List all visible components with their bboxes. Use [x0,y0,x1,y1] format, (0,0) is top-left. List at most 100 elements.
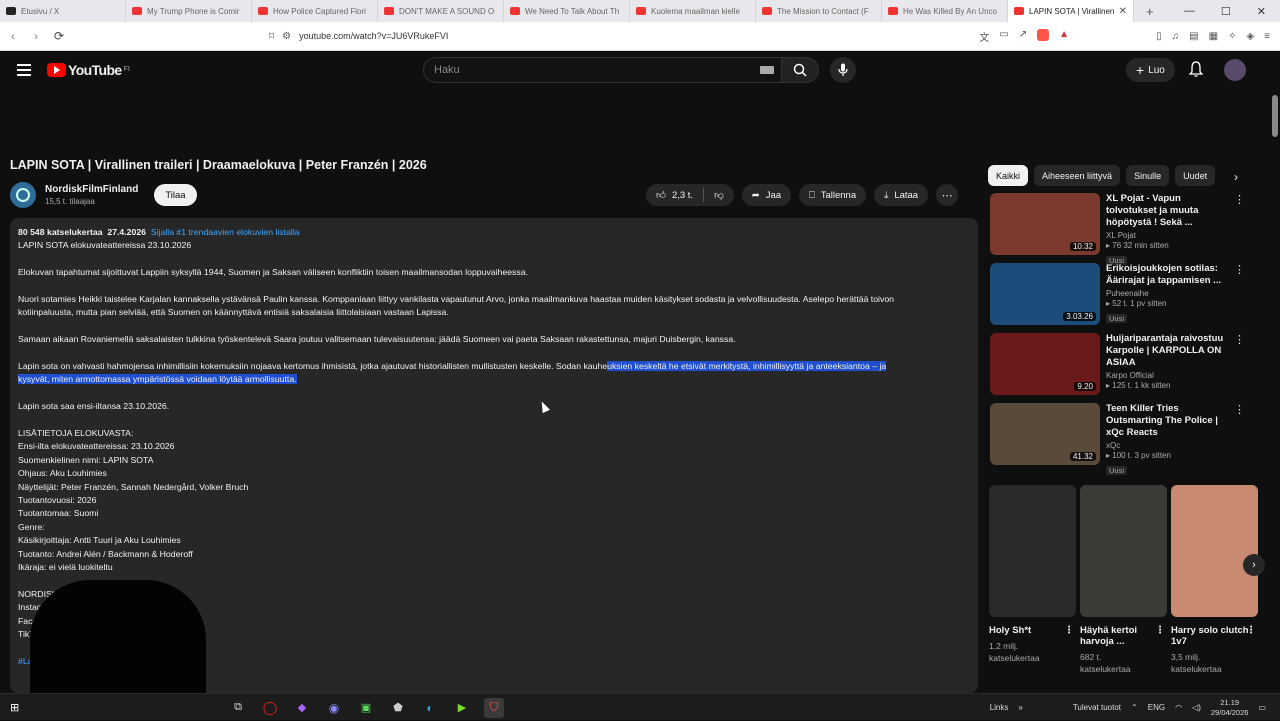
show-hidden-icon[interactable]: ⌃ [1131,703,1138,712]
alert-icon[interactable]: ▲ [1059,29,1069,44]
task-view-icon[interactable]: ⧉ [228,698,248,718]
recommended-video[interactable]: 3.03.26 Erikoisjoukkojen sotilas: Ääriraj… [990,263,1265,329]
video-thumbnail[interactable]: 10.32 [990,193,1100,255]
short-title[interactable]: Harry solo clutch 1v7 [1171,625,1249,647]
minimize-icon[interactable]: — [1184,5,1195,18]
wifi-icon[interactable]: ◠ [1175,703,1182,712]
recommended-title[interactable]: Erikoisjoukkojen sotilas: Äärirajat ja t… [1106,263,1234,287]
create-button[interactable]: + Luo [1126,58,1175,82]
more-options-icon[interactable]: ⋮ [1246,625,1256,636]
figma-icon[interactable]: ◆ [292,698,312,718]
opera-icon[interactable]: ◯ [260,698,280,718]
cast-icon[interactable]: ▭ [999,29,1008,44]
keyboard-icon[interactable] [760,66,774,74]
short-thumbnail[interactable] [989,485,1076,617]
recommended-channel[interactable]: XL Pojat [1106,231,1251,240]
bookmark-icon[interactable]: ⌑ [269,31,274,42]
short-item[interactable]: Häyhä kertoi harvoja ... ⋮ 682 t. katseluke… [1080,485,1167,675]
maximize-icon[interactable]: ☐ [1221,5,1231,18]
url-field[interactable]: ⌑ ⚙ youtube.com/watch?v=JU6VRukeFVI 文 ▭ … [269,26,1069,46]
short-item[interactable]: Holy Sh*t ⋮ 1,2 milj. katselukertaa [989,485,1076,675]
dislike-icon[interactable]: 👎︎ [714,189,724,201]
vpn-app-icon[interactable]: ⬟ [388,698,408,718]
close-window-icon[interactable]: ✕ [1257,5,1266,18]
edge-icon[interactable]: ◐ [420,698,440,718]
short-item[interactable]: Harry solo clutch 1v7 ⋮ 3,5 milj. katseluke… [1171,485,1258,675]
volume-icon[interactable]: ◁) [1192,703,1201,712]
filter-chip[interactable]: Uudet [1175,165,1216,186]
browser-menu-icon[interactable]: ≡ [1264,31,1270,42]
site-settings-icon[interactable]: ⚙ [282,31,291,42]
reload-icon[interactable]: ⟳ [49,29,69,43]
recommended-title[interactable]: Teen Killer Tries Outsmarting The Police… [1106,403,1234,439]
hamburger-menu-icon[interactable] [17,64,31,76]
wallet-icon[interactable]: ▦ [1209,31,1218,42]
share-icon[interactable]: ↗ [1019,29,1027,44]
short-thumbnail[interactable] [1080,485,1167,617]
more-options-icon[interactable]: ⋮ [1234,333,1245,346]
short-thumbnail[interactable] [1171,485,1258,617]
recommended-title[interactable]: XL Pojat - Vapun tolvotukset ja muuta hö… [1106,193,1234,229]
brave-shield-icon[interactable] [1037,28,1050,41]
brave-taskbar-icon[interactable]: ⛉ [484,697,504,718]
search-input[interactable]: Haku [423,57,783,83]
browser-tab[interactable]: He Was Killed By An Unco [882,0,1008,22]
trending-link[interactable]: Sijalla #1 trendaavien elokuvien listall… [151,227,300,237]
filter-chip[interactable]: Aiheeseen liittyvä [1034,165,1121,186]
voice-search-button[interactable] [830,57,856,83]
links-label[interactable]: Links [990,703,1009,712]
browser-tab[interactable]: LAPIN SOTA | Virallinen ✕ [1008,0,1134,22]
youtube-logo[interactable]: YouTube FI [47,62,130,78]
start-icon[interactable]: ⊞ [10,701,19,714]
download-button[interactable]: ⤓ Lataa [874,184,929,206]
channel-name[interactable]: NordiskFilmFinland [45,184,138,195]
video-thumbnail[interactable]: 3.03.26 [990,263,1100,325]
browser-tab[interactable]: The Mission to Contact (F [756,0,882,22]
forward-icon[interactable]: › [26,29,46,43]
search-button[interactable] [781,57,819,83]
more-options-icon[interactable]: ⋮ [1234,193,1245,206]
browser-tab[interactable]: Etusivu / X [0,0,126,22]
filter-chip[interactable]: Kaikki [988,165,1029,186]
vpn-icon[interactable]: ◈ [1246,31,1254,42]
save-button[interactable]: ⎕ Tallenna [799,184,867,206]
page-scrollbar[interactable] [1272,95,1278,137]
notifications-icon[interactable]: ▭ [1258,703,1266,712]
browser-tab[interactable]: We Need To Talk About Th [504,0,630,22]
browser-tab[interactable]: Kuolema maailman kielle [630,0,756,22]
share-button[interactable]: ➦ Jaa [741,184,792,206]
discord-icon[interactable]: ▣ [356,698,376,718]
more-options-icon[interactable]: ⋮ [1155,625,1165,636]
browser-tab[interactable]: How Police Captured Flori [252,0,378,22]
recommended-channel[interactable]: xQc [1106,441,1251,450]
chevron-right-icon[interactable]: › [1234,170,1238,184]
browser-tab[interactable]: My Trump Phone is Comir [126,0,252,22]
filter-chip[interactable]: Sinulle [1126,165,1170,186]
recommended-video[interactable]: 9.20 Huijariparantaja raivostuu Karpolle … [990,333,1265,399]
recommended-video[interactable]: 10.32 XL Pojat - Vapun tolvotukset ja muu… [990,193,1265,265]
more-options-icon[interactable]: ⋮ [1234,403,1245,416]
media-player-icon[interactable]: ▶ [452,698,472,718]
language-indicator[interactable]: ENG [1148,703,1165,712]
more-options-icon[interactable]: ⋮ [1064,625,1074,636]
leo-icon[interactable]: ✧ [1228,31,1236,42]
short-title[interactable]: Holy Sh*t [989,625,1031,636]
recommended-channel[interactable]: Karpo Official [1106,371,1251,380]
weather-widget[interactable]: Tulevat tuotot [1073,703,1121,712]
clock[interactable]: 21.19 29/04/2026 [1211,698,1249,718]
recommended-title[interactable]: Huijariparantaja raivostuu Karpolle | KA… [1106,333,1234,369]
new-tab-button[interactable]: + [1146,4,1154,19]
media-icon[interactable]: ♫ [1172,31,1180,42]
translate-icon[interactable]: 文 [979,29,989,44]
chat-app-icon[interactable]: ◉ [324,698,344,718]
video-thumbnail[interactable]: 9.20 [990,333,1100,395]
like-count[interactable]: 2,3 t. [672,190,693,201]
account-avatar[interactable] [1224,59,1246,81]
notifications-bell-icon[interactable] [1188,61,1204,82]
channel-avatar[interactable] [10,182,36,208]
back-icon[interactable]: ‹ [3,29,23,43]
more-options-icon[interactable]: ⋮ [1234,263,1245,276]
like-icon[interactable]: 👍︎ [656,189,666,201]
recommended-video[interactable]: 41.32 Teen Killer Tries Outsmarting The P… [990,403,1265,475]
browser-tab[interactable]: DON'T MAKE A SOUND O [378,0,504,22]
